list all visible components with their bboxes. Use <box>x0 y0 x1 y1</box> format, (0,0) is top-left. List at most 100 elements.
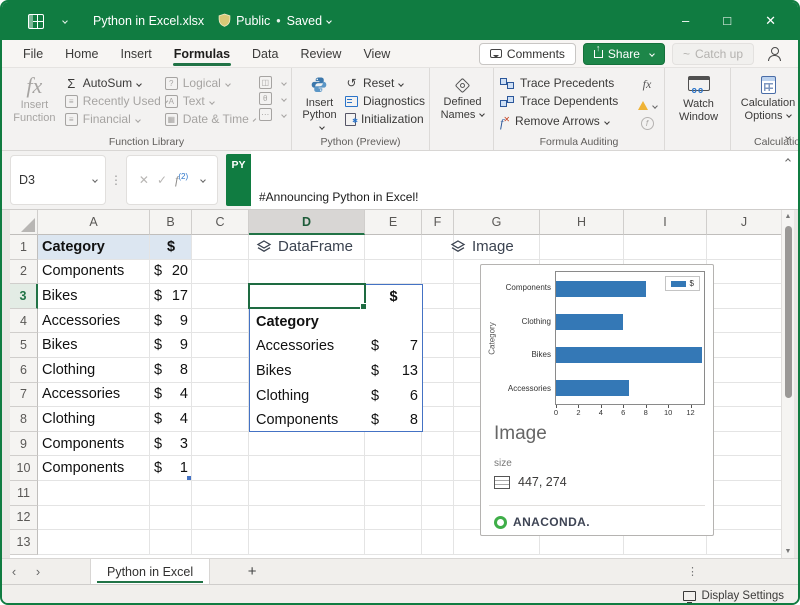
grid-cell[interactable] <box>365 506 422 531</box>
grid-cell[interactable] <box>422 456 454 481</box>
row-header-3[interactable]: 3 <box>10 284 38 309</box>
grid-cell[interactable]: $8 <box>150 358 192 383</box>
initialization-button[interactable]: Initialization <box>345 112 425 127</box>
math-trig-button[interactable]: θ <box>259 92 287 105</box>
sensitivity-label[interactable]: Public <box>236 14 270 28</box>
share-button[interactable]: Share <box>583 43 665 65</box>
grid-cell[interactable] <box>192 432 249 457</box>
scroll-down-icon[interactable]: ▼ <box>782 548 794 555</box>
column-header-h[interactable]: H <box>540 210 624 235</box>
grid-cell[interactable] <box>249 506 365 531</box>
grid-cell[interactable]: $3 <box>150 432 192 457</box>
add-sheet-button[interactable]: + <box>234 559 270 584</box>
grid-cell[interactable] <box>249 530 365 555</box>
column-header-b[interactable]: B <box>150 210 192 235</box>
reset-button[interactable]: ↺ Reset <box>345 76 425 91</box>
grid-cell[interactable] <box>365 432 422 457</box>
row-header-10[interactable]: 10 <box>10 456 38 481</box>
ribbon-tab-insert[interactable]: Insert <box>110 42 163 66</box>
grid-cell[interactable]: Category <box>38 235 150 260</box>
spill-category-cell[interactable]: Bikes <box>250 359 365 384</box>
grid-cell[interactable] <box>38 506 150 531</box>
grid-cell[interactable]: $4 <box>150 383 192 408</box>
grid-cell[interactable] <box>365 481 422 506</box>
ribbon-tab-home[interactable]: Home <box>54 42 109 66</box>
row-header-5[interactable]: 5 <box>10 333 38 358</box>
ribbon-tab-data[interactable]: Data <box>241 42 289 66</box>
name-box[interactable]: D3 <box>10 155 106 205</box>
grid-cell[interactable] <box>150 530 192 555</box>
evaluate-formula-icon[interactable]: f <box>641 117 654 130</box>
column-header-j[interactable]: J <box>707 210 782 235</box>
grid-cell[interactable] <box>540 235 624 260</box>
grid-cell[interactable]: Accessories <box>38 383 150 408</box>
watch-window-button[interactable]: Watch Window <box>671 73 726 134</box>
row-header-2[interactable]: 2 <box>10 260 38 285</box>
grid-cell[interactable] <box>192 235 249 260</box>
confirm-entry-icon[interactable]: ✓ <box>157 173 167 187</box>
grid-cell[interactable]: Bikes <box>38 333 150 358</box>
select-all-corner[interactable] <box>10 210 38 235</box>
defined-names-button[interactable]: Defined Names <box>436 73 489 134</box>
grid-cell[interactable]: $20 <box>150 260 192 285</box>
grid-cell[interactable] <box>249 260 365 285</box>
grid-cell[interactable] <box>707 333 782 358</box>
grid-cell[interactable] <box>707 235 782 260</box>
comments-button[interactable]: Comments <box>479 43 576 65</box>
more-functions-button[interactable]: ⋯ <box>259 108 287 121</box>
column-header-c[interactable]: C <box>192 210 249 235</box>
grid-cell[interactable] <box>422 530 454 555</box>
grid-cell[interactable] <box>707 506 782 531</box>
ribbon-tab-formulas[interactable]: Formulas <box>163 42 241 66</box>
grid-cell[interactable]: $9 <box>150 309 192 334</box>
insert-python-button[interactable]: Insert Python <box>298 73 341 134</box>
grid-cell[interactable] <box>707 432 782 457</box>
dataframe-output-label[interactable]: DataFrame <box>256 238 353 255</box>
spill-value-cell[interactable]: $8 <box>365 408 422 433</box>
trace-dependents-button[interactable]: Trace Dependents <box>500 94 630 109</box>
save-state[interactable]: Saved <box>287 14 322 28</box>
ribbon-tab-file[interactable]: File <box>12 42 54 66</box>
grid-cell[interactable]: $9 <box>150 333 192 358</box>
row-header-12[interactable]: 12 <box>10 506 38 531</box>
grid-cell[interactable] <box>422 383 454 408</box>
cancel-entry-icon[interactable]: ✕ <box>139 173 149 187</box>
image-output-card[interactable]: Category ComponentsClothingBikesAccessor… <box>480 264 714 536</box>
grid-cell[interactable] <box>365 456 422 481</box>
row-header-1[interactable]: 1 <box>10 235 38 260</box>
spill-category-cell[interactable]: Clothing <box>250 383 365 408</box>
grid-cell[interactable]: Components <box>38 260 150 285</box>
account-person-icon[interactable] <box>767 47 782 60</box>
column-header-d[interactable]: D <box>249 210 365 235</box>
grid-cell[interactable]: Components <box>38 432 150 457</box>
trace-precedents-button[interactable]: Trace Precedents <box>500 76 630 91</box>
grid-cell[interactable] <box>707 358 782 383</box>
save-state-chevron-icon[interactable] <box>326 18 332 24</box>
row-header-6[interactable]: 6 <box>10 358 38 383</box>
grid-cell[interactable] <box>365 530 422 555</box>
sheet-tab-active[interactable]: Python in Excel <box>90 559 210 584</box>
row-header-8[interactable]: 8 <box>10 407 38 432</box>
grid-cell[interactable] <box>192 383 249 408</box>
image-output-label[interactable]: Image <box>450 238 514 255</box>
spill-category-cell[interactable]: Components <box>250 408 365 433</box>
grid-cell[interactable] <box>707 260 782 285</box>
maximize-button[interactable]: □ <box>723 13 731 29</box>
row-header-11[interactable]: 11 <box>10 481 38 506</box>
grid-cell[interactable]: $ <box>150 235 192 260</box>
formula-code-editor[interactable]: #Announcing Python in Excel! DataFrame=x… <box>251 151 772 209</box>
column-header-e[interactable]: E <box>365 210 422 235</box>
grid-cell[interactable] <box>150 506 192 531</box>
grid-cell[interactable]: $17 <box>150 284 192 309</box>
autosave-chevron-icon[interactable] <box>58 14 67 28</box>
grid-cell[interactable] <box>707 383 782 408</box>
spill-category-cell[interactable]: Accessories <box>250 334 365 359</box>
grid-cell[interactable] <box>192 358 249 383</box>
grid-cell[interactable] <box>192 506 249 531</box>
vertical-scrollbar[interactable]: ▲ ▼ <box>781 210 794 558</box>
active-cell-selection[interactable] <box>248 283 366 309</box>
grid-cell[interactable] <box>365 235 422 260</box>
grid-cell[interactable] <box>249 432 365 457</box>
diagnostics-button[interactable]: Diagnostics <box>345 94 425 109</box>
column-header-a[interactable]: A <box>38 210 150 235</box>
